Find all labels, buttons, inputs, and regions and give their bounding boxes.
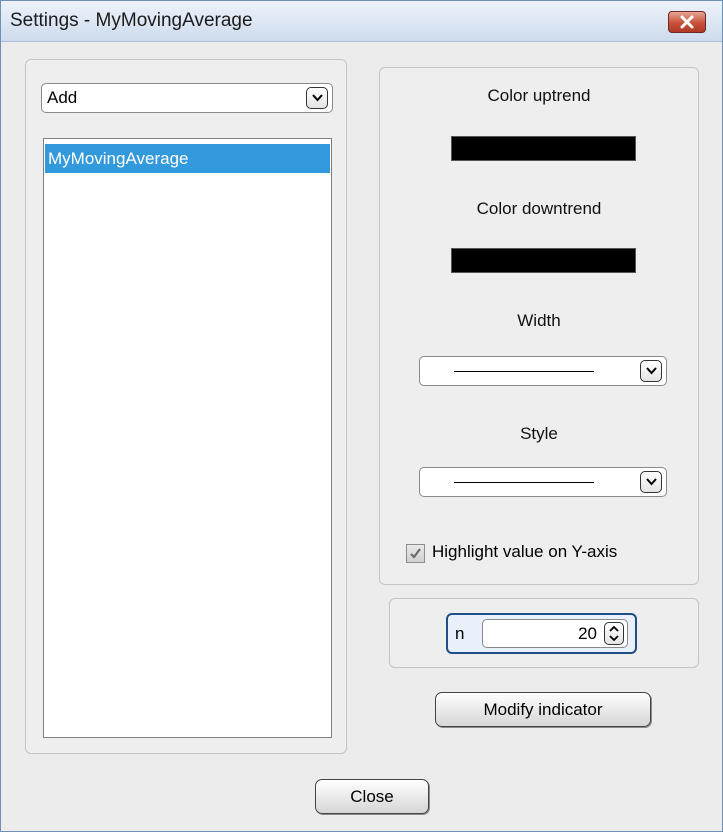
chevron-down-icon [646,367,657,375]
n-value: 20 [578,624,597,643]
highlight-checkbox[interactable] [406,544,425,563]
add-indicator-combo[interactable]: Add [41,83,333,113]
up-down-arrows-icon [609,626,619,641]
style-combo[interactable] [419,467,667,497]
width-label: Width [517,311,561,330]
checkmark-icon [410,548,421,559]
list-item-selected[interactable]: MyMovingAverage [45,144,330,173]
color-uptrend-label: Color uptrend [487,86,591,105]
add-combo-dropdown-button[interactable] [306,87,328,109]
color-downtrend-swatch[interactable] [451,248,636,273]
indicator-listbox[interactable]: MyMovingAverage [43,138,332,738]
style-line-sample [454,482,594,483]
highlight-label: Highlight value on Y-axis [432,542,618,561]
chevron-down-icon [312,94,323,102]
style-label: Style [520,424,558,443]
add-combo-value: Add [47,88,78,107]
width-combo[interactable] [419,356,667,386]
style-dropdown-button[interactable] [640,471,662,493]
n-spinner-frame: n 20 [446,613,637,654]
n-input[interactable]: 20 [482,619,628,648]
color-uptrend-swatch[interactable] [451,136,636,161]
window-title: Settings - MyMovingAverage [10,10,253,31]
close-x-icon [680,15,694,29]
settings-window: Settings - MyMovingAverage Add MyMovingA… [0,0,723,832]
width-line-sample [454,371,594,372]
title-bar: Settings - MyMovingAverage [1,1,722,42]
color-downtrend-label: Color downtrend [476,199,602,218]
close-button[interactable]: Close [315,779,429,814]
window-close-button[interactable] [668,11,706,33]
chevron-down-icon [646,478,657,486]
modify-indicator-button[interactable]: Modify indicator [435,692,651,727]
n-label: n [455,624,465,643]
width-dropdown-button[interactable] [640,360,662,382]
n-spinner-button[interactable] [604,622,624,645]
